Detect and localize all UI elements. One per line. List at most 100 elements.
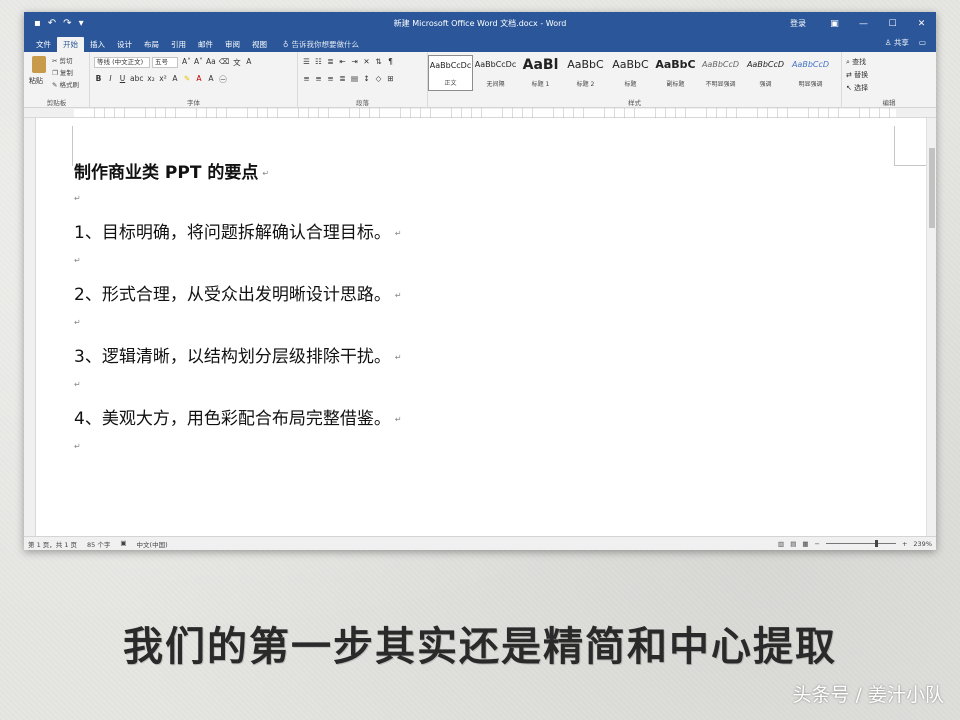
list-item[interactable]: 4、美观大方，用色彩配合布局完整借鉴。 ↵ [74,404,874,440]
select-button[interactable]: ↖ 选择 [846,82,868,95]
tab-view[interactable]: 视图 [246,37,273,52]
chinese-layout-icon[interactable]: ✕ [362,57,371,66]
style-emphasis[interactable]: AaBbCcD 强调 [743,55,788,91]
tab-references[interactable]: 引用 [165,37,192,52]
style-heading-1[interactable]: AaBl 标题 1 [518,55,563,91]
format-painter-button[interactable]: ✎ 格式刷 [52,79,79,89]
zoom-level[interactable]: 239% [913,540,932,548]
align-left-icon[interactable]: ≡ [302,74,311,83]
style-heading-2[interactable]: AaBbC 标题 2 [563,55,608,91]
page-content[interactable]: 制作商业类 PPT 的要点 ↵ ↵ 1、目标明确，将问题拆解确认合理目标。 ↵ ↵ … [74,158,874,466]
caption-text: 我们的第一步其实还是精简和中心提取 [123,623,837,670]
tab-insert[interactable]: 插入 [84,37,111,52]
highlight-icon[interactable]: ✎ [182,74,191,85]
font-name-select[interactable]: 等线 (中文正文) [94,57,150,68]
numbering-icon[interactable]: ☷ [314,57,323,66]
style-normal[interactable]: AaBbCcDc 正文 [428,55,473,91]
char-border-icon[interactable]: A [244,57,253,68]
tab-design[interactable]: 设计 [111,37,138,52]
copy-button[interactable]: ❐ 复制 [52,67,73,77]
paragraph-mark-icon: ↵ [394,228,402,238]
bullets-icon[interactable]: ☰ [302,57,311,66]
zoom-in-icon[interactable]: + [902,540,907,548]
style-intense-emphasis[interactable]: AaBbCcD 明显强调 [788,55,833,91]
borders-icon[interactable]: ⊞ [386,74,395,83]
document-heading[interactable]: 制作商业类 PPT 的要点 ↵ [74,158,874,192]
tab-file[interactable]: 文件 [30,37,57,52]
style-no-spacing[interactable]: AaBbCcDc 无间隔 [473,55,518,91]
line-spacing-icon[interactable]: ↕ [362,74,371,83]
list-item[interactable]: 1、目标明确，将问题拆解确认合理目标。 ↵ [74,218,874,254]
phonetic-guide-icon[interactable]: 文 [232,57,241,68]
list-item[interactable]: 2、形式合理，从受众出发明晰设计思路。 ↵ [74,280,874,316]
sort-icon[interactable]: ⇅ [374,57,383,66]
align-right-icon[interactable]: ≡ [326,74,335,83]
shrink-font-icon[interactable]: A˅ [194,57,203,68]
horizontal-ruler[interactable] [24,108,936,118]
vertical-scrollbar[interactable] [926,118,936,536]
underline-icon[interactable]: U [118,74,127,85]
login-button[interactable]: 登录 [776,18,820,29]
vertical-scroll-thumb[interactable] [929,148,935,228]
style-subtitle[interactable]: AaBbC 副标题 [653,55,698,91]
customize-qat-icon[interactable]: ▾ [79,18,84,29]
word-count[interactable]: 85 个字 [87,539,110,549]
justify-icon[interactable]: ≣ [338,74,347,83]
char-shading-icon[interactable]: A [206,74,215,85]
change-case-icon[interactable]: Aa [206,57,216,68]
tell-me-box[interactable]: ♁ 告诉我你想要做什么 [273,37,359,52]
decrease-indent-icon[interactable]: ⇤ [338,57,347,66]
replace-button[interactable]: ⇄ 替换 [846,69,868,82]
maximize-icon[interactable]: ☐ [878,19,907,29]
show-marks-icon[interactable]: ¶ [386,57,395,66]
style-title[interactable]: AaBbC 标题 [608,55,653,91]
share-button[interactable]: ♙ 共享 [885,37,909,48]
web-layout-icon[interactable]: ▦ [802,540,808,548]
close-icon[interactable]: ✕ [907,19,936,29]
redo-icon[interactable]: ↷ [63,18,71,29]
text-effects-icon[interactable]: A [170,74,179,85]
clear-format-icon[interactable]: ⌫ [219,57,230,68]
font-size-select[interactable]: 五号 [152,57,178,68]
zoom-slider[interactable] [825,540,896,547]
print-layout-icon[interactable]: ▤ [790,540,796,548]
align-center-icon[interactable]: ≡ [314,74,323,83]
subscript-icon[interactable]: x₂ [146,74,155,85]
superscript-icon[interactable]: x² [158,74,167,85]
tab-layout[interactable]: 布局 [138,37,165,52]
comment-icon[interactable]: ▭ [919,38,926,47]
find-button[interactable]: ⌕ 查找 [846,56,868,69]
enclose-char-icon[interactable]: ㊀ [218,74,227,85]
italic-icon[interactable]: I [106,74,115,85]
zoom-slider-knob[interactable] [874,540,878,547]
tab-mailings[interactable]: 邮件 [192,37,219,52]
style-subtle-emphasis[interactable]: AaBbCcD 不明显强调 [698,55,743,91]
minimize-icon[interactable]: — [849,19,878,29]
ruler-ticks [74,108,896,118]
document-area[interactable]: 制作商业类 PPT 的要点 ↵ ↵ 1、目标明确，将问题拆解确认合理目标。 ↵ ↵ … [24,118,936,536]
language[interactable]: 中文(中国) [137,539,168,549]
list-item[interactable]: 3、逻辑清晰，以结构划分层级排除干扰。 ↵ [74,342,874,378]
font-color-icon[interactable]: A [194,74,203,85]
paste-button[interactable]: 粘贴 [29,76,43,86]
cut-button[interactable]: ✂ 剪切 [52,55,73,65]
increase-indent-icon[interactable]: ⇥ [350,57,359,66]
tab-review[interactable]: 审阅 [219,37,246,52]
save-icon[interactable]: ▪ [34,18,41,29]
proofing-icon[interactable]: ▣ [120,539,126,549]
read-mode-icon[interactable]: ▥ [778,540,784,548]
ribbon-display-icon[interactable]: ▣ [820,19,849,29]
watermark: 头条号 / 姜汁小队 [792,684,944,706]
distributed-icon[interactable]: ▤ [350,74,359,83]
page-count[interactable]: 第 1 页，共 1 页 [28,539,77,549]
shading-icon[interactable]: ◇ [374,74,383,83]
multilevel-list-icon[interactable]: ≣ [326,57,335,66]
paste-icon[interactable] [32,56,46,73]
grow-font-icon[interactable]: A˄ [182,57,191,68]
vertical-ruler[interactable] [24,118,36,536]
strikethrough-icon[interactable]: abc [130,74,143,85]
bold-icon[interactable]: B [94,74,103,85]
tab-home[interactable]: 开始 [57,37,84,52]
undo-icon[interactable]: ↶ [48,18,56,29]
zoom-out-icon[interactable]: − [815,540,820,548]
